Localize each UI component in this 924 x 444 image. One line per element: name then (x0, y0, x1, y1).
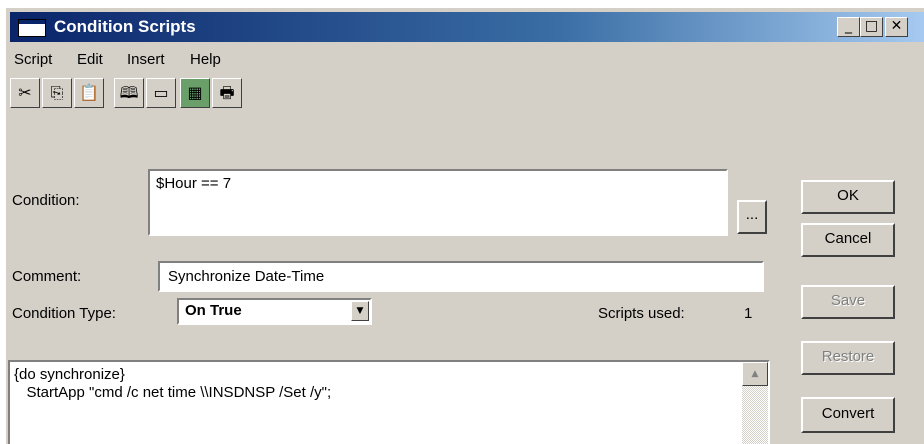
cancel-button-label: Cancel (824, 230, 872, 247)
scripts-used-label: Scripts used: (598, 305, 685, 322)
maximize-icon: □ (864, 18, 879, 34)
condition-type-select[interactable]: On True ▼ (177, 298, 372, 325)
restore-button-label: Restore (821, 348, 875, 365)
title-bar[interactable]: Condition Scripts _ □ ✕ (10, 12, 924, 42)
convert-button[interactable]: Convert (801, 397, 895, 433)
condition-label: Condition: (12, 192, 80, 209)
restore-button[interactable]: Restore (801, 341, 895, 375)
convert-icon[interactable]: ▦ (180, 78, 210, 108)
copy-icon[interactable]: ⎘ (42, 78, 72, 108)
window-toggle-icon[interactable]: ▭ (146, 78, 176, 108)
chevron-down-icon[interactable]: ▼ (351, 301, 369, 321)
close-icon: ✕ (890, 18, 903, 34)
save-button-label: Save (830, 292, 866, 309)
menu-edit[interactable]: Edit (77, 51, 103, 68)
condition-type-label: Condition Type: (12, 305, 116, 322)
save-button[interactable]: Save (801, 285, 895, 319)
script-line: {do synchronize} (14, 366, 125, 383)
comment-value: Synchronize Date-Time (168, 268, 325, 285)
window-icon (18, 19, 46, 37)
menu-insert[interactable]: Insert (127, 51, 165, 68)
condition-scripts-window: Condition Scripts _ □ ✕ Script Edit Inse… (5, 7, 924, 444)
condition-input[interactable]: $Hour == 7 (148, 169, 728, 236)
comment-label: Comment: (12, 268, 82, 285)
comment-input[interactable]: Synchronize Date-Time (158, 261, 764, 292)
scripts-used-count: 1 (744, 305, 753, 322)
paste-icon[interactable]: 📋 (74, 78, 104, 108)
window-title: Condition Scripts (54, 17, 196, 36)
cancel-button[interactable]: Cancel (801, 223, 895, 257)
close-button[interactable]: ✕ (885, 17, 908, 37)
condition-browse-button[interactable]: ... (737, 200, 767, 234)
ellipsis-icon: ... (745, 206, 759, 223)
script-line: StartApp "cmd /c net time \\INSDNSP /Set… (14, 384, 332, 401)
minimize-icon: _ (845, 18, 852, 34)
scroll-up-arrow-icon[interactable]: ▲ (742, 362, 768, 386)
ok-button-label: OK (837, 187, 859, 204)
convert-button-label: Convert (821, 405, 875, 422)
vertical-scrollbar[interactable]: ▲ (742, 362, 768, 444)
maximize-button[interactable]: □ (860, 17, 883, 37)
condition-value: $Hour == 7 (156, 175, 232, 192)
print-icon[interactable]: 🖶 (212, 78, 242, 108)
menu-script[interactable]: Script (14, 51, 52, 68)
condition-type-value: On True (185, 302, 242, 319)
toolbar: ✂ ⎘ 📋 🕮 ▭ ▦ 🖶 (10, 76, 340, 114)
cut-icon[interactable]: ✂ (10, 78, 40, 108)
find-icon[interactable]: 🕮 (114, 78, 144, 108)
menu-help[interactable]: Help (190, 51, 221, 68)
script-editor[interactable]: {do synchronize} StartApp "cmd /c net ti… (8, 360, 770, 444)
ok-button[interactable]: OK (801, 180, 895, 214)
minimize-button[interactable]: _ (837, 17, 860, 37)
